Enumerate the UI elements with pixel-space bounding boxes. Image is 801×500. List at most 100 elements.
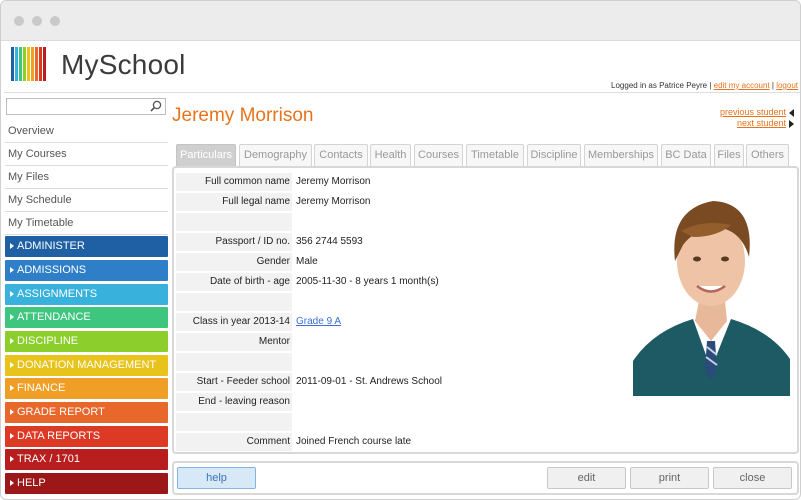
sidebar-item-administer[interactable]: ADMINISTER xyxy=(5,236,168,257)
tab-others[interactable]: Others xyxy=(746,144,789,166)
field-value: Jeremy Morrison xyxy=(296,176,371,187)
sidebar-item-label: My Files xyxy=(8,171,49,183)
field-label: Gender xyxy=(176,253,292,271)
tab-courses[interactable]: Courses xyxy=(414,144,463,166)
header-divider xyxy=(4,92,800,93)
field-value: Grade 9 A xyxy=(296,313,341,331)
arrow-left-icon xyxy=(789,108,794,117)
sidebar-item-label: ATTENDANCE xyxy=(17,311,91,323)
sidebar-item-admissions[interactable]: ADMISSIONS xyxy=(5,260,168,281)
sidebar-item-grade-report[interactable]: GRADE REPORT xyxy=(5,402,168,423)
field-value: Jeremy Morrison xyxy=(296,196,371,207)
field-label: Start - Feeder school xyxy=(176,373,292,391)
tab-files[interactable]: Files xyxy=(714,144,744,166)
print-button[interactable]: print xyxy=(630,467,709,489)
next-student-label: next student xyxy=(736,118,786,128)
field-value: 356 2744 5593 xyxy=(296,236,363,247)
logged-in-text: Logged in as Patrice Peyre | xyxy=(611,81,712,90)
sidebar-item-data-reports[interactable]: DATA REPORTS xyxy=(5,426,168,447)
sidebar-item-label: TRAX / 1701 xyxy=(17,453,80,465)
sidebar-item-donation-management[interactable]: DONATION MANAGEMENT xyxy=(5,355,168,376)
sidebar-item-my-courses[interactable]: My Courses xyxy=(5,143,168,166)
sidebar-item-label: ASSIGNMENTS xyxy=(17,288,98,300)
field-label: Passport / ID no. xyxy=(176,233,292,251)
caret-right-icon xyxy=(10,480,14,486)
sidebar-item-assignments[interactable]: ASSIGNMENTS xyxy=(5,284,168,305)
field-label: Date of birth - age xyxy=(176,273,292,291)
caret-right-icon xyxy=(10,338,14,344)
tab-contacts[interactable]: Contacts xyxy=(314,144,368,166)
arrow-right-icon xyxy=(789,119,794,128)
sidebar-item-my-files[interactable]: My Files xyxy=(5,166,168,189)
login-status: Logged in as Patrice Peyre | edit my acc… xyxy=(611,81,798,90)
window-maximize-dot[interactable] xyxy=(50,16,60,26)
field-value: 2011-09-01 - St. Andrews School xyxy=(296,376,443,387)
caret-right-icon xyxy=(10,409,14,415)
search-input[interactable] xyxy=(6,98,166,115)
sidebar-item-my-timetable[interactable]: My Timetable xyxy=(5,212,168,235)
tab-bc-data[interactable]: BC Data xyxy=(661,144,711,166)
field-label: Full legal name xyxy=(176,193,292,211)
close-button[interactable]: close xyxy=(713,467,792,489)
logo-bars-icon xyxy=(11,47,46,81)
help-button[interactable]: help xyxy=(177,467,256,489)
previous-student-label: previous student xyxy=(719,107,786,117)
next-student-link[interactable]: next student xyxy=(737,118,794,128)
caret-right-icon xyxy=(10,385,14,391)
sidebar-item-discipline[interactable]: DISCIPLINE xyxy=(5,331,168,352)
caret-right-icon xyxy=(10,362,14,368)
student-photo xyxy=(633,191,790,396)
tab-timetable[interactable]: Timetable xyxy=(466,144,524,166)
window-close-dot[interactable] xyxy=(14,16,24,26)
sidebar-item-label: ADMISSIONS xyxy=(17,264,87,276)
caret-right-icon xyxy=(10,291,14,297)
logout-link[interactable]: logout xyxy=(776,81,798,90)
field-label-empty xyxy=(176,353,292,371)
caret-right-icon xyxy=(10,243,14,249)
sidebar-item-trax-1701[interactable]: TRAX / 1701 xyxy=(5,449,168,470)
edit-button[interactable]: edit xyxy=(547,467,626,489)
field-label: Comment xyxy=(176,433,292,451)
field-label: Class in year 2013-14 xyxy=(176,313,292,331)
edit-account-link[interactable]: edit my account xyxy=(714,81,770,90)
field-value: Male xyxy=(296,256,318,267)
caret-right-icon xyxy=(10,267,14,273)
sidebar-item-label: My Schedule xyxy=(8,194,72,206)
login-separator: | xyxy=(771,81,774,90)
caret-right-icon xyxy=(10,433,14,439)
sidebar-item-label: FINANCE xyxy=(17,382,66,394)
window-minimize-dot[interactable] xyxy=(32,16,42,26)
browser-window: MySchool Logged in as Patrice Peyre | ed… xyxy=(0,0,801,500)
sidebar-item-attendance[interactable]: ATTENDANCE xyxy=(5,307,168,328)
field-label-empty xyxy=(176,293,292,311)
sidebar-item-label: My Courses xyxy=(8,148,67,160)
sidebar-item-overview[interactable]: Overview xyxy=(5,120,168,143)
field-label: Full common name xyxy=(176,173,292,191)
search-icon[interactable] xyxy=(150,100,162,112)
logo-text: MySchool xyxy=(61,49,186,80)
previous-student-link[interactable]: previous student xyxy=(720,107,794,117)
page-title: Jeremy Morrison xyxy=(172,105,314,126)
sidebar-item-label: ADMINISTER xyxy=(17,240,85,252)
field-label: End - leaving reason xyxy=(176,393,292,411)
sidebar-item-my-schedule[interactable]: My Schedule xyxy=(5,189,168,212)
sidebar-item-label: Overview xyxy=(8,125,54,137)
sidebar-item-label: DISCIPLINE xyxy=(17,335,79,347)
caret-right-icon xyxy=(10,314,14,320)
tab-health[interactable]: Health xyxy=(370,144,411,166)
class-link[interactable]: Grade 9 A xyxy=(296,316,341,327)
tab-discipline[interactable]: Discipline xyxy=(527,144,581,166)
sidebar-item-finance[interactable]: FINANCE xyxy=(5,378,168,399)
field-value: Joined French course late xyxy=(296,436,412,447)
tab-particulars[interactable]: Particulars xyxy=(176,144,236,166)
sidebar-item-help[interactable]: HELP xyxy=(5,473,168,494)
field-label: Mentor xyxy=(176,333,292,351)
sidebar-item-label: HELP xyxy=(17,477,46,489)
caret-right-icon xyxy=(10,456,14,462)
sidebar-item-label: GRADE REPORT xyxy=(17,406,105,418)
sidebar-item-label: DONATION MANAGEMENT xyxy=(17,359,157,371)
window-titlebar xyxy=(1,1,800,41)
field-value: 2005-11-30 - 8 years 1 month(s) xyxy=(296,276,439,287)
tab-memberships[interactable]: Memberships xyxy=(584,144,658,166)
tab-demography[interactable]: Demography xyxy=(239,144,312,166)
